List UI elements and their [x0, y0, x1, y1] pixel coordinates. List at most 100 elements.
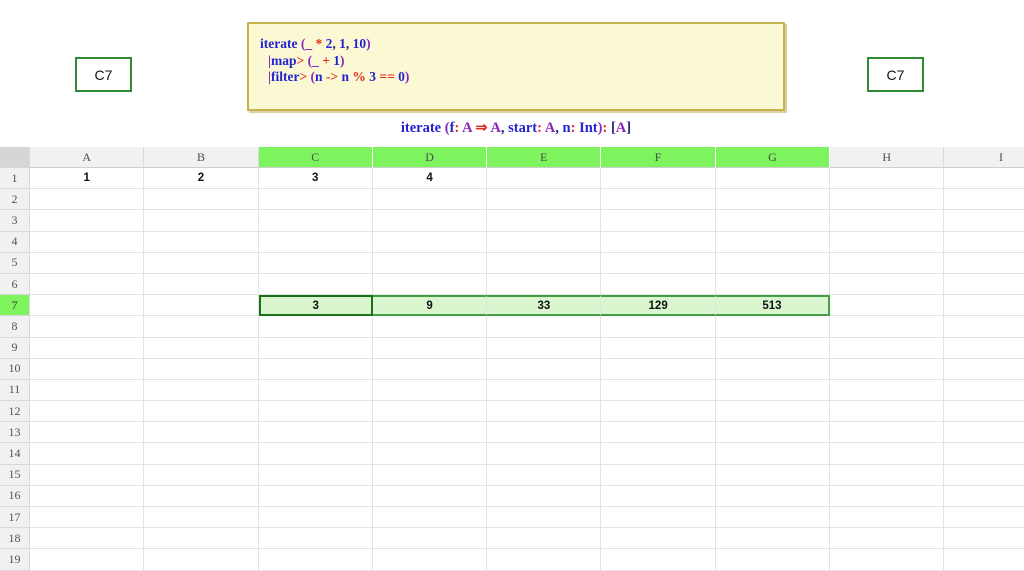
cell-H18[interactable]: [830, 528, 944, 549]
cell-A9[interactable]: [30, 338, 144, 359]
cell-E7[interactable]: 33: [487, 295, 601, 316]
cell-A19[interactable]: [30, 549, 144, 570]
cell-F10[interactable]: [601, 359, 715, 380]
cell-H6[interactable]: [830, 274, 944, 295]
row-header-5[interactable]: 5: [0, 253, 30, 274]
cell-E3[interactable]: [487, 210, 601, 231]
cell-H17[interactable]: [830, 507, 944, 528]
cell-I6[interactable]: [944, 274, 1024, 295]
row-header-17[interactable]: 17: [0, 507, 30, 528]
cell-D9[interactable]: [373, 338, 487, 359]
cell-B17[interactable]: [144, 507, 258, 528]
cell-I5[interactable]: [944, 253, 1024, 274]
cell-F4[interactable]: [601, 232, 715, 253]
cell-I3[interactable]: [944, 210, 1024, 231]
cell-E11[interactable]: [487, 380, 601, 401]
cell-I15[interactable]: [944, 465, 1024, 486]
cell-E5[interactable]: [487, 253, 601, 274]
cell-G6[interactable]: [716, 274, 830, 295]
cell-C19[interactable]: [259, 549, 373, 570]
cell-I12[interactable]: [944, 401, 1024, 422]
cell-C6[interactable]: [259, 274, 373, 295]
cell-H4[interactable]: [830, 232, 944, 253]
cell-G8[interactable]: [716, 316, 830, 337]
cell-B9[interactable]: [144, 338, 258, 359]
cell-D11[interactable]: [373, 380, 487, 401]
column-header-G[interactable]: G: [716, 147, 830, 168]
row-header-3[interactable]: 3: [0, 210, 30, 231]
cell-B19[interactable]: [144, 549, 258, 570]
row-header-19[interactable]: 19: [0, 549, 30, 570]
cell-G16[interactable]: [716, 486, 830, 507]
column-header-E[interactable]: E: [487, 147, 601, 168]
column-header-F[interactable]: F: [601, 147, 715, 168]
cell-B13[interactable]: [144, 422, 258, 443]
cell-D4[interactable]: [373, 232, 487, 253]
cell-F13[interactable]: [601, 422, 715, 443]
cell-B5[interactable]: [144, 253, 258, 274]
cell-H13[interactable]: [830, 422, 944, 443]
row-header-11[interactable]: 11: [0, 380, 30, 401]
cell-F11[interactable]: [601, 380, 715, 401]
column-header-H[interactable]: H: [830, 147, 944, 168]
row-header-18[interactable]: 18: [0, 528, 30, 549]
cell-F3[interactable]: [601, 210, 715, 231]
cell-E12[interactable]: [487, 401, 601, 422]
cell-C10[interactable]: [259, 359, 373, 380]
cell-H16[interactable]: [830, 486, 944, 507]
cell-G13[interactable]: [716, 422, 830, 443]
cell-D8[interactable]: [373, 316, 487, 337]
cell-C9[interactable]: [259, 338, 373, 359]
cell-G19[interactable]: [716, 549, 830, 570]
cell-B6[interactable]: [144, 274, 258, 295]
cell-H3[interactable]: [830, 210, 944, 231]
cell-C8[interactable]: [259, 316, 373, 337]
cell-C4[interactable]: [259, 232, 373, 253]
cell-H1[interactable]: [830, 168, 944, 189]
cell-B16[interactable]: [144, 486, 258, 507]
row-header-12[interactable]: 12: [0, 401, 30, 422]
cell-A13[interactable]: [30, 422, 144, 443]
cell-I4[interactable]: [944, 232, 1024, 253]
row-header-7[interactable]: 7: [0, 295, 30, 316]
cell-H12[interactable]: [830, 401, 944, 422]
cell-F6[interactable]: [601, 274, 715, 295]
column-header-C[interactable]: C: [259, 147, 373, 168]
cell-H7[interactable]: [830, 295, 944, 316]
cell-E8[interactable]: [487, 316, 601, 337]
cell-I1[interactable]: [944, 168, 1024, 189]
cell-A1[interactable]: 1: [30, 168, 144, 189]
cell-C14[interactable]: [259, 443, 373, 464]
row-header-6[interactable]: 6: [0, 274, 30, 295]
cell-G10[interactable]: [716, 359, 830, 380]
cell-D13[interactable]: [373, 422, 487, 443]
row-header-1[interactable]: 1: [0, 168, 30, 189]
cell-G14[interactable]: [716, 443, 830, 464]
cell-E18[interactable]: [487, 528, 601, 549]
cell-D18[interactable]: [373, 528, 487, 549]
cell-B1[interactable]: 2: [144, 168, 258, 189]
cell-H5[interactable]: [830, 253, 944, 274]
code-editor-box[interactable]: iterate (_ * 2, 1, 10)|map> (_ + 1)|filt…: [247, 22, 785, 111]
cell-E2[interactable]: [487, 189, 601, 210]
cell-D14[interactable]: [373, 443, 487, 464]
row-header-8[interactable]: 8: [0, 316, 30, 337]
cell-B2[interactable]: [144, 189, 258, 210]
cell-H2[interactable]: [830, 189, 944, 210]
cell-E9[interactable]: [487, 338, 601, 359]
row-header-10[interactable]: 10: [0, 359, 30, 380]
cell-H11[interactable]: [830, 380, 944, 401]
cell-H14[interactable]: [830, 443, 944, 464]
cell-A15[interactable]: [30, 465, 144, 486]
cell-F12[interactable]: [601, 401, 715, 422]
cell-I17[interactable]: [944, 507, 1024, 528]
cell-E10[interactable]: [487, 359, 601, 380]
cell-B15[interactable]: [144, 465, 258, 486]
corner-cell[interactable]: [0, 147, 30, 168]
cell-A11[interactable]: [30, 380, 144, 401]
cell-C12[interactable]: [259, 401, 373, 422]
cell-A18[interactable]: [30, 528, 144, 549]
cell-H10[interactable]: [830, 359, 944, 380]
cell-C16[interactable]: [259, 486, 373, 507]
cell-I13[interactable]: [944, 422, 1024, 443]
